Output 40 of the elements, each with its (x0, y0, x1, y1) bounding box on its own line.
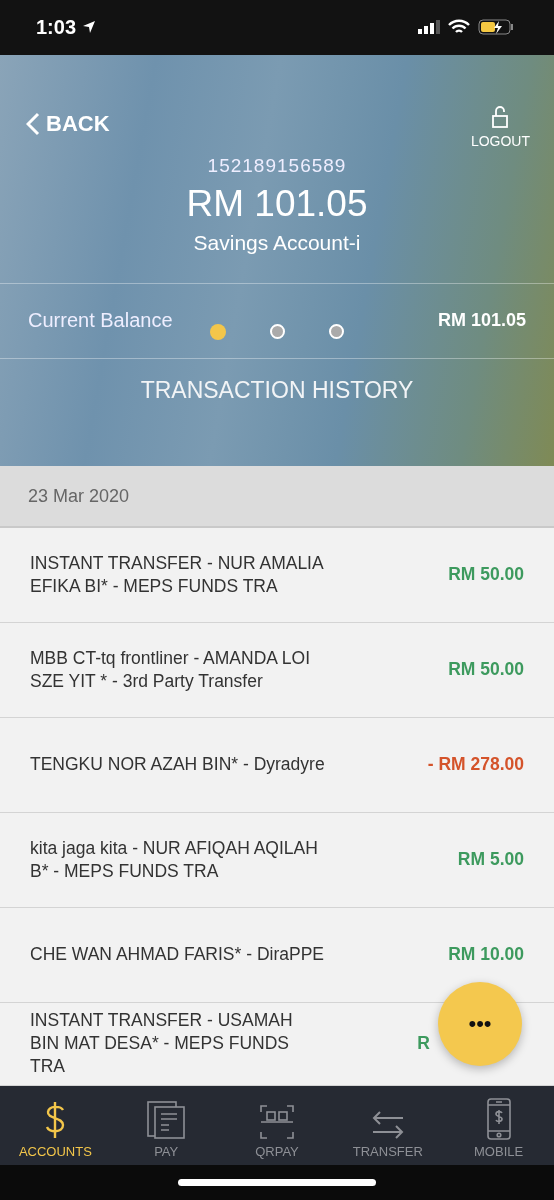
location-arrow-icon (82, 20, 97, 35)
qr-code-icon (259, 1104, 295, 1141)
date-heading: 23 Mar 2020 (28, 485, 130, 507)
bill-icon (146, 1100, 187, 1141)
page-dot[interactable] (329, 324, 344, 340)
unlocked-padlock-icon (491, 104, 510, 129)
transaction-description: INSTANT TRANSFER - USAMAH BIN MAT DESA* - MEPS FUNDS TRA (30, 1009, 294, 1079)
logout-button[interactable]: LOGOUT (470, 104, 530, 149)
account-amount: RM 101.05 (186, 182, 368, 225)
transaction-amount: RM 50.00 (448, 659, 524, 681)
transaction-amount: - RM 278.00 (427, 754, 524, 776)
phone-icon (485, 1098, 512, 1141)
transaction-description: MBB CT-tq frontliner - AMANDA LOI SZE YIT * - 3rd Party Transfer (30, 646, 312, 693)
nav-tab[interactable]: QRPAY (221, 1085, 333, 1166)
transaction-description: kita jaga kita - NUR AFIQAH AQILAH B* - MEPS FUNDS TRA (30, 836, 319, 883)
transaction-amount: RM 10.00 (448, 944, 524, 966)
balance-label: Current Balance (28, 309, 173, 333)
more-button[interactable]: ••• (438, 982, 522, 1066)
transaction-amount: RM 5.00 (457, 849, 524, 871)
account-number: 152189156589 (207, 154, 347, 177)
transfer-arrows-icon (370, 1110, 405, 1141)
transaction-description: INSTANT TRANSFER - NUR AMALIA EFIKA BI* - MEPS FUNDS TRA (30, 551, 325, 598)
signal-icon (418, 20, 440, 35)
nav-tab[interactable]: TRANSFER (332, 1085, 444, 1166)
page-dot[interactable] (210, 323, 226, 340)
battery-charging-icon (478, 19, 514, 36)
transaction-description: TENGKU NOR AZAH BIN* - Dyradyre (30, 753, 325, 777)
balance-value: RM 101.05 (437, 310, 526, 332)
nav-tab[interactable]: ACCOUNTS (0, 1085, 111, 1166)
nav-tab[interactable]: MOBILE (443, 1085, 554, 1166)
nav-tab[interactable]: PAY (110, 1085, 222, 1166)
section-title: TRANSACTION HISTORY (139, 376, 415, 404)
back-button[interactable]: BACK (26, 110, 110, 137)
chevron-left-icon (26, 111, 40, 136)
transaction-amount: R (417, 1033, 430, 1055)
account-type: Savings Account-i (193, 230, 361, 255)
page-dot[interactable] (270, 324, 285, 340)
transaction-description: CHE WAN AHMAD FARIS* - DiraPPE (30, 943, 325, 967)
status-time: 1:03 (36, 15, 97, 39)
transaction-amount: RM 50.00 (448, 564, 524, 586)
